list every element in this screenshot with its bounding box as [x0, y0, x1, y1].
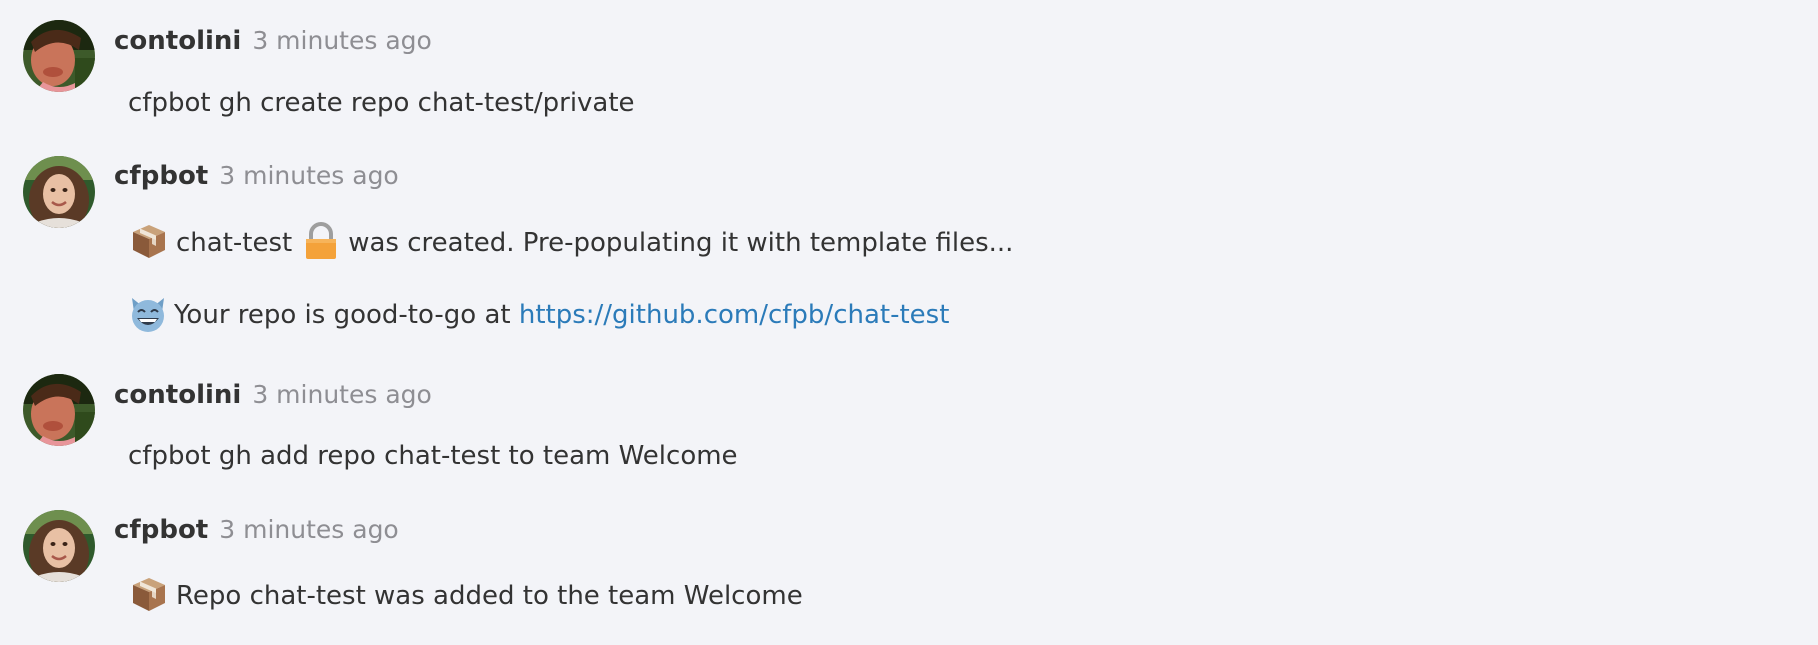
author-name[interactable]: cfpbot	[114, 161, 208, 191]
message-author[interactable]: contolini 3 minutes ago	[114, 25, 432, 57]
author-name[interactable]: contolini	[114, 380, 241, 410]
user-avatar[interactable]	[23, 374, 95, 446]
repo-name: chat-test	[176, 228, 293, 258]
message-text: Your repo is good-to-go at	[174, 300, 511, 330]
message-author[interactable]: cfpbot 3 minutes ago	[114, 514, 399, 546]
message-line: Repo chat-test was added to the team Wel…	[130, 575, 803, 613]
message-author[interactable]: contolini 3 minutes ago	[114, 379, 432, 411]
lock-icon	[302, 222, 340, 260]
smiley-cat-icon	[128, 294, 166, 332]
message-line: Your repo is good-to-go at https://githu…	[128, 294, 949, 332]
message-text: Repo chat-test was added to the team Wel…	[176, 581, 803, 611]
message-timestamp: 3 minutes ago	[219, 515, 399, 544]
user-avatar[interactable]	[23, 510, 95, 582]
message-timestamp: 3 minutes ago	[219, 161, 399, 190]
message-timestamp: 3 minutes ago	[252, 26, 432, 55]
status-text: was created. Pre-populating it with temp…	[348, 228, 1014, 258]
author-name[interactable]: cfpbot	[114, 515, 208, 545]
user-avatar[interactable]	[23, 156, 95, 228]
message-line: chat-test was created. Pre-populating it…	[130, 222, 1013, 260]
chat-transcript: contolini 3 minutes ago cfpbot gh create …	[0, 0, 1818, 645]
author-name[interactable]: contolini	[114, 26, 241, 56]
message-text: cfpbot gh create repo chat-test/private	[128, 88, 635, 118]
package-icon	[130, 222, 168, 260]
user-avatar[interactable]	[23, 20, 95, 92]
repo-link[interactable]: https://github.com/cfpb/chat-test	[519, 300, 950, 330]
message-timestamp: 3 minutes ago	[252, 380, 432, 409]
message-author[interactable]: cfpbot 3 minutes ago	[114, 160, 399, 192]
package-icon	[130, 575, 168, 613]
message-text: cfpbot gh add repo chat-test to team Wel…	[128, 441, 738, 471]
